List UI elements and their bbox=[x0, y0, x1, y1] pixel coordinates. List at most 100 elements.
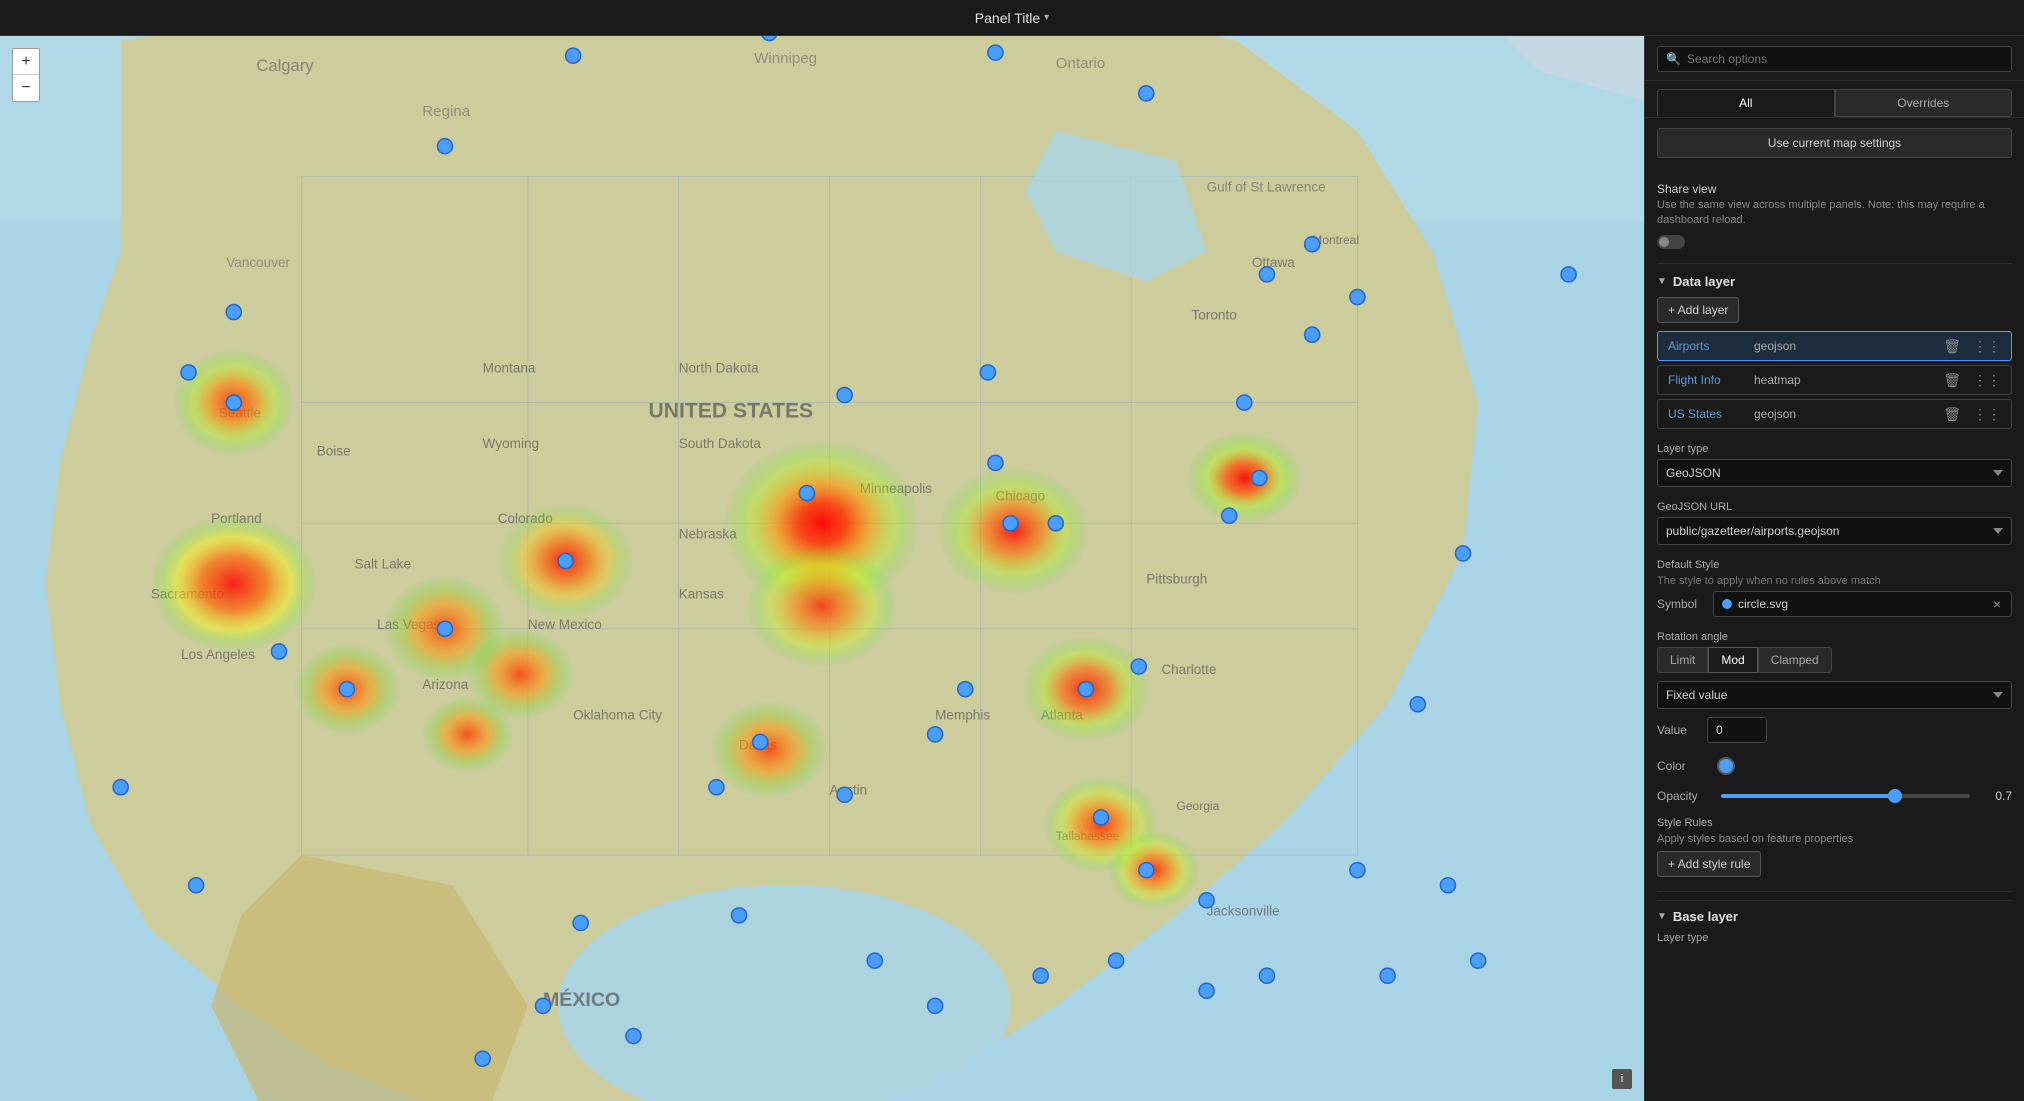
layer-settings: Layer type GeoJSON Heatmap Night / Day G… bbox=[1657, 443, 2012, 877]
layer-usstates-drag[interactable]: ⋮⋮ bbox=[1969, 405, 2005, 423]
opacity-slider[interactable] bbox=[1721, 794, 1970, 798]
rotation-tabs: Limit Mod Clamped bbox=[1657, 647, 2012, 673]
color-group: Color bbox=[1657, 757, 2012, 775]
svg-text:Georgia: Georgia bbox=[1176, 799, 1219, 813]
opacity-value: 0.7 bbox=[1984, 789, 2012, 803]
rotation-tab-limit[interactable]: Limit bbox=[1657, 647, 1708, 673]
svg-text:Regina: Regina bbox=[422, 103, 470, 120]
svg-text:Toronto: Toronto bbox=[1192, 308, 1237, 323]
layer-type-select[interactable]: GeoJSON Heatmap Night / Day bbox=[1657, 459, 2012, 487]
geojson-url-select[interactable]: public/gazetteer/airports.geojson bbox=[1657, 517, 2012, 545]
map-svg: UNITED STATES MÉXICO Calgary Regina Winn… bbox=[0, 36, 1644, 1101]
data-layer-chevron-icon: ▼ bbox=[1657, 276, 1667, 287]
svg-text:MÉXICO: MÉXICO bbox=[543, 988, 620, 1011]
style-rules-description: Apply styles based on feature properties bbox=[1657, 833, 2012, 845]
color-row: Color bbox=[1657, 757, 2012, 775]
zoom-in-button[interactable]: + bbox=[13, 49, 39, 75]
base-layer-type-group: Layer type bbox=[1657, 932, 2012, 944]
search-icon: 🔍 bbox=[1666, 52, 1681, 66]
layer-row-flight-info[interactable]: Flight Info heatmap 🗑 ⋮⋮ bbox=[1657, 365, 2012, 395]
symbol-dot bbox=[1722, 599, 1732, 609]
layer-type-label: Layer type bbox=[1657, 443, 2012, 455]
svg-text:UNITED STATES: UNITED STATES bbox=[649, 400, 814, 423]
share-view-section: Share view Use the same view across mult… bbox=[1657, 182, 2012, 249]
add-style-rule-button[interactable]: + Add style rule bbox=[1657, 851, 1761, 877]
search-section: 🔍 bbox=[1645, 36, 2024, 81]
svg-text:Boise: Boise bbox=[317, 443, 351, 458]
add-layer-button[interactable]: + Add layer bbox=[1657, 297, 1739, 323]
symbol-clear-button[interactable]: × bbox=[1991, 597, 2003, 611]
layer-row-us-states[interactable]: US States geojson 🗑 ⋮⋮ bbox=[1657, 399, 2012, 429]
layer-airports-type: geojson bbox=[1748, 332, 1933, 360]
zoom-out-button[interactable]: − bbox=[13, 75, 39, 101]
svg-text:Calgary: Calgary bbox=[256, 56, 314, 75]
svg-text:Ottawa: Ottawa bbox=[1252, 255, 1295, 270]
divider-2 bbox=[1657, 891, 2012, 892]
svg-text:Winnipeg: Winnipeg bbox=[754, 50, 817, 67]
default-style-description: The style to apply when no rules above m… bbox=[1657, 575, 2012, 587]
svg-text:Ontario: Ontario bbox=[1056, 55, 1105, 72]
value-row: Value bbox=[1657, 717, 2012, 743]
layer-usstates-delete[interactable]: 🗑 bbox=[1939, 405, 1965, 423]
style-rules-label: Style Rules bbox=[1657, 817, 2012, 829]
divider bbox=[1657, 263, 2012, 264]
opacity-slider-thumb[interactable] bbox=[1888, 789, 1902, 803]
top-bar: Panel Title ▾ bbox=[0, 0, 2024, 36]
data-layer-section-header[interactable]: ▼ Data layer bbox=[1657, 274, 2012, 289]
svg-text:Wyoming: Wyoming bbox=[483, 436, 539, 451]
svg-text:Kansas: Kansas bbox=[679, 587, 724, 602]
layer-flightinfo-actions: 🗑 ⋮⋮ bbox=[1933, 367, 2011, 393]
default-style-group: Default Style The style to apply when no… bbox=[1657, 559, 2012, 617]
rotation-tab-mod[interactable]: Mod bbox=[1708, 647, 1757, 673]
layer-flightinfo-type: heatmap bbox=[1748, 366, 1933, 394]
layer-usstates-name: US States bbox=[1658, 400, 1748, 428]
layer-row-airports[interactable]: Airports geojson 🗑 ⋮⋮ bbox=[1657, 331, 2012, 361]
opacity-row: Opacity 0.7 bbox=[1657, 789, 2012, 803]
right-panel: 🔍 All Overrides Use current map settings… bbox=[1644, 36, 2024, 1101]
symbol-row: Symbol circle.svg × bbox=[1657, 591, 2012, 617]
opacity-slider-fill bbox=[1721, 794, 1895, 798]
layer-flightinfo-delete[interactable]: 🗑 bbox=[1939, 371, 1965, 389]
map-area[interactable]: UNITED STATES MÉXICO Calgary Regina Winn… bbox=[0, 36, 1644, 1101]
svg-text:Montana: Montana bbox=[483, 360, 536, 375]
tab-overrides[interactable]: Overrides bbox=[1835, 89, 2013, 117]
search-input-wrap[interactable]: 🔍 bbox=[1657, 46, 2012, 72]
panel-title[interactable]: Panel Title ▾ bbox=[975, 10, 1049, 26]
svg-text:Salt Lake: Salt Lake bbox=[354, 557, 411, 572]
layer-airports-actions: 🗑 ⋮⋮ bbox=[1933, 333, 2011, 359]
color-swatch[interactable] bbox=[1717, 757, 1735, 775]
search-input[interactable] bbox=[1687, 52, 2003, 66]
info-button[interactable]: i bbox=[1612, 1069, 1632, 1089]
map-canvas: UNITED STATES MÉXICO Calgary Regina Winn… bbox=[0, 36, 1644, 1101]
layer-flightinfo-name: Flight Info bbox=[1658, 366, 1748, 394]
opacity-label: Opacity bbox=[1657, 789, 1707, 803]
base-layer-section-header[interactable]: ▼ Base layer bbox=[1657, 900, 2012, 924]
rotation-tab-clamped[interactable]: Clamped bbox=[1758, 647, 1832, 673]
symbol-label: Symbol bbox=[1657, 597, 1707, 611]
layer-usstates-actions: 🗑 ⋮⋮ bbox=[1933, 401, 2011, 427]
panel-tabs: All Overrides bbox=[1645, 81, 2024, 118]
color-label: Color bbox=[1657, 759, 1707, 773]
svg-text:Oklahoma City: Oklahoma City bbox=[573, 707, 662, 722]
use-map-settings-button[interactable]: Use current map settings bbox=[1657, 128, 2012, 158]
style-rules-section: Style Rules Apply styles based on featur… bbox=[1657, 817, 2012, 877]
svg-text:North Dakota: North Dakota bbox=[679, 360, 759, 375]
geojson-url-label: GeoJSON URL bbox=[1657, 501, 2012, 513]
base-layer-title: Base layer bbox=[1673, 909, 1738, 924]
share-view-toggle[interactable] bbox=[1657, 235, 1685, 249]
value-input[interactable] bbox=[1707, 717, 1767, 743]
panel-title-chevron: ▾ bbox=[1044, 12, 1049, 23]
tab-all[interactable]: All bbox=[1657, 89, 1835, 117]
rotation-value-type-select[interactable]: Fixed value bbox=[1657, 681, 2012, 709]
geojson-url-group: GeoJSON URL public/gazetteer/airports.ge… bbox=[1657, 501, 2012, 545]
svg-text:Vancouver: Vancouver bbox=[226, 255, 290, 270]
rotation-angle-group: Rotation angle Limit Mod Clamped Fixed v… bbox=[1657, 631, 2012, 743]
symbol-value-box[interactable]: circle.svg × bbox=[1713, 591, 2012, 617]
svg-text:South Dakota: South Dakota bbox=[679, 436, 762, 451]
layer-airports-delete[interactable]: 🗑 bbox=[1939, 337, 1965, 355]
base-layer-type-label: Layer type bbox=[1657, 932, 2012, 944]
layer-flightinfo-drag[interactable]: ⋮⋮ bbox=[1969, 371, 2005, 389]
svg-text:Pittsburgh: Pittsburgh bbox=[1146, 572, 1207, 587]
zoom-controls[interactable]: + − bbox=[12, 48, 40, 102]
layer-airports-drag[interactable]: ⋮⋮ bbox=[1969, 337, 2005, 355]
